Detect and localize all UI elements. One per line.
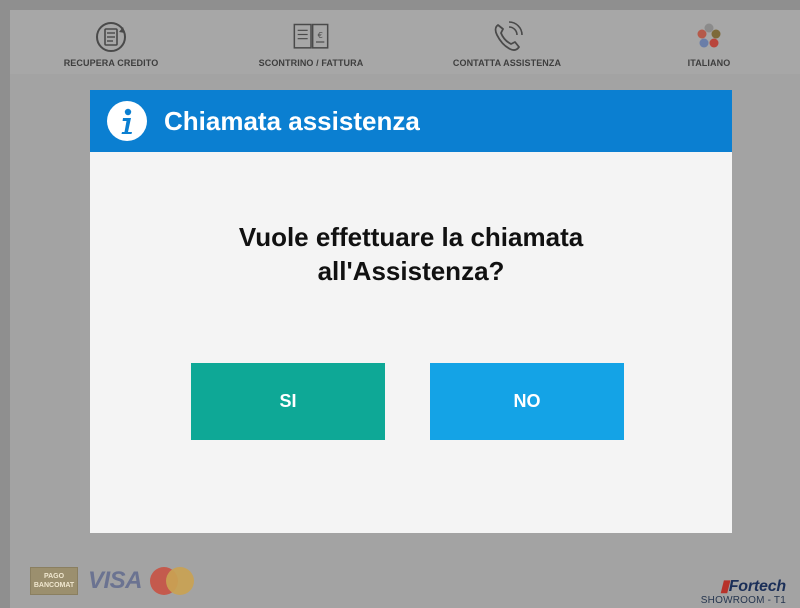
assistance-call-dialog: Chiamata assistenza Vuole effettuare la … [90, 90, 732, 533]
pagobancomat-logo: PAGO BANCOMAT [30, 567, 78, 595]
bancomat-line: PAGO [43, 573, 65, 580]
mastercard-logo [150, 567, 195, 595]
dialog-header: Chiamata assistenza [90, 90, 732, 152]
modal-overlay: Chiamata assistenza Vuole effettuare la … [0, 0, 800, 608]
question-line: Vuole effettuare la chiamata [238, 222, 584, 252]
dialog-question: Vuole effettuare la chiamata all'Assiste… [90, 220, 732, 288]
dialog-title: Chiamata assistenza [164, 105, 420, 136]
visa-logo: VISA [88, 567, 143, 594]
bancomat-line: BANCOMAT [33, 582, 75, 589]
yes-button[interactable]: SI [191, 363, 385, 440]
fortech-logo: ▮Fortech [720, 578, 786, 595]
info-icon [107, 101, 147, 141]
question-line: all'Assistenza? [317, 256, 505, 286]
brand-name: Fortech [728, 578, 786, 595]
fortech-brand: ▮Fortech SHOWROOM - T1 [701, 576, 786, 606]
no-button[interactable]: NO [430, 363, 624, 440]
payment-methods: PAGO BANCOMAT VISA [30, 566, 195, 596]
station-label: SHOWROOM - T1 [700, 595, 786, 606]
